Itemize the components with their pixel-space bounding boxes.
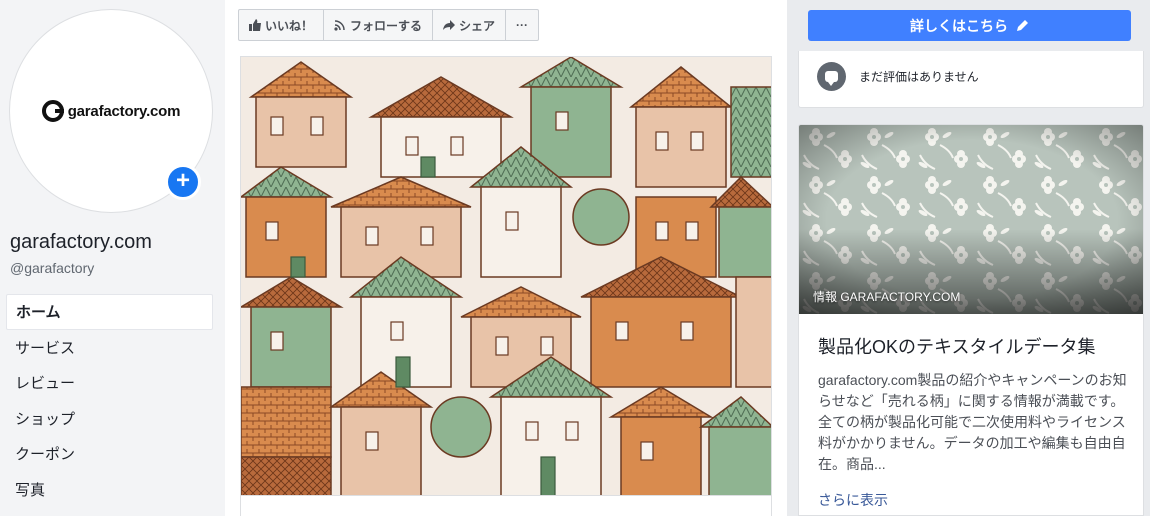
info-description: garafactory.com製品の紹介やキャンペーンのお知らせなど「売れる柄」…: [818, 372, 1127, 472]
nav-item-coupons[interactable]: クーポン: [6, 436, 213, 472]
info-card-image[interactable]: 情報 GARAFACTORY.COM: [799, 125, 1143, 314]
like-button[interactable]: いいね！: [239, 10, 325, 40]
info-title[interactable]: 製品化OKのテキスタイルデータ集: [818, 333, 1095, 359]
cover-photo[interactable]: [240, 56, 772, 496]
left-sidebar: garafactory.com + garafactory.com @garaf…: [0, 0, 225, 516]
page-name[interactable]: garafactory.com: [10, 231, 152, 254]
rating-status: まだ評価はありません: [859, 70, 979, 84]
page-action-bar: いいね！ フォローする シェア ···: [238, 9, 540, 41]
see-more-link[interactable]: さらに表示: [818, 490, 888, 510]
nav-item-shop[interactable]: ショップ: [6, 401, 213, 437]
more-button[interactable]: ···: [506, 10, 538, 40]
share-button[interactable]: シェア: [433, 10, 507, 40]
add-photo-button[interactable]: +: [165, 164, 201, 200]
page-handle[interactable]: @garafactory: [10, 260, 94, 276]
more-dots-icon: ···: [516, 18, 529, 32]
cta-label: 詳しくはこちら: [910, 17, 1008, 34]
nav-item-reviews[interactable]: レビュー: [6, 365, 213, 401]
like-label: いいね！: [265, 18, 314, 33]
facebook-page-view: garafactory.com + garafactory.com @garaf…: [0, 0, 1150, 516]
nav-item-photos[interactable]: 写真: [6, 472, 213, 508]
main-column: いいね！ フォローする シェア ···: [225, 0, 787, 516]
follow-button[interactable]: フォローする: [324, 10, 434, 40]
learn-more-button[interactable]: 詳しくはこちら: [808, 10, 1131, 41]
share-label: シェア: [459, 18, 496, 33]
rss-icon: [334, 20, 345, 31]
pencil-icon: [1017, 20, 1028, 31]
cover-footer: [240, 496, 772, 516]
floral-pattern-image: [799, 125, 1143, 314]
info-source: 情報 GARAFACTORY.COM: [813, 290, 961, 304]
review-bubble-icon: [817, 62, 846, 91]
info-card[interactable]: 情報 GARAFACTORY.COM 製品化OKのテキスタイルデータ集 gara…: [798, 124, 1144, 516]
brand-logo: garafactory.com: [41, 100, 181, 122]
g-logo-icon: [41, 100, 64, 122]
rating-card: まだ評価はありません: [798, 51, 1144, 108]
houses-illustration: [241, 57, 771, 495]
logo-text: garafactory.com: [67, 102, 181, 120]
nav-item-services[interactable]: サービス: [6, 330, 213, 366]
follow-label: フォローする: [350, 18, 423, 33]
share-arrow-icon: [443, 20, 456, 30]
right-column: 詳しくはこちら まだ評価はありません 情報 GARAFACTORY.COM 製品…: [787, 0, 1150, 516]
nav-item-home[interactable]: ホーム: [6, 294, 213, 330]
like-icon: [249, 19, 261, 31]
page-nav: ホーム サービス レビュー ショップ クーポン 写真: [6, 294, 213, 507]
